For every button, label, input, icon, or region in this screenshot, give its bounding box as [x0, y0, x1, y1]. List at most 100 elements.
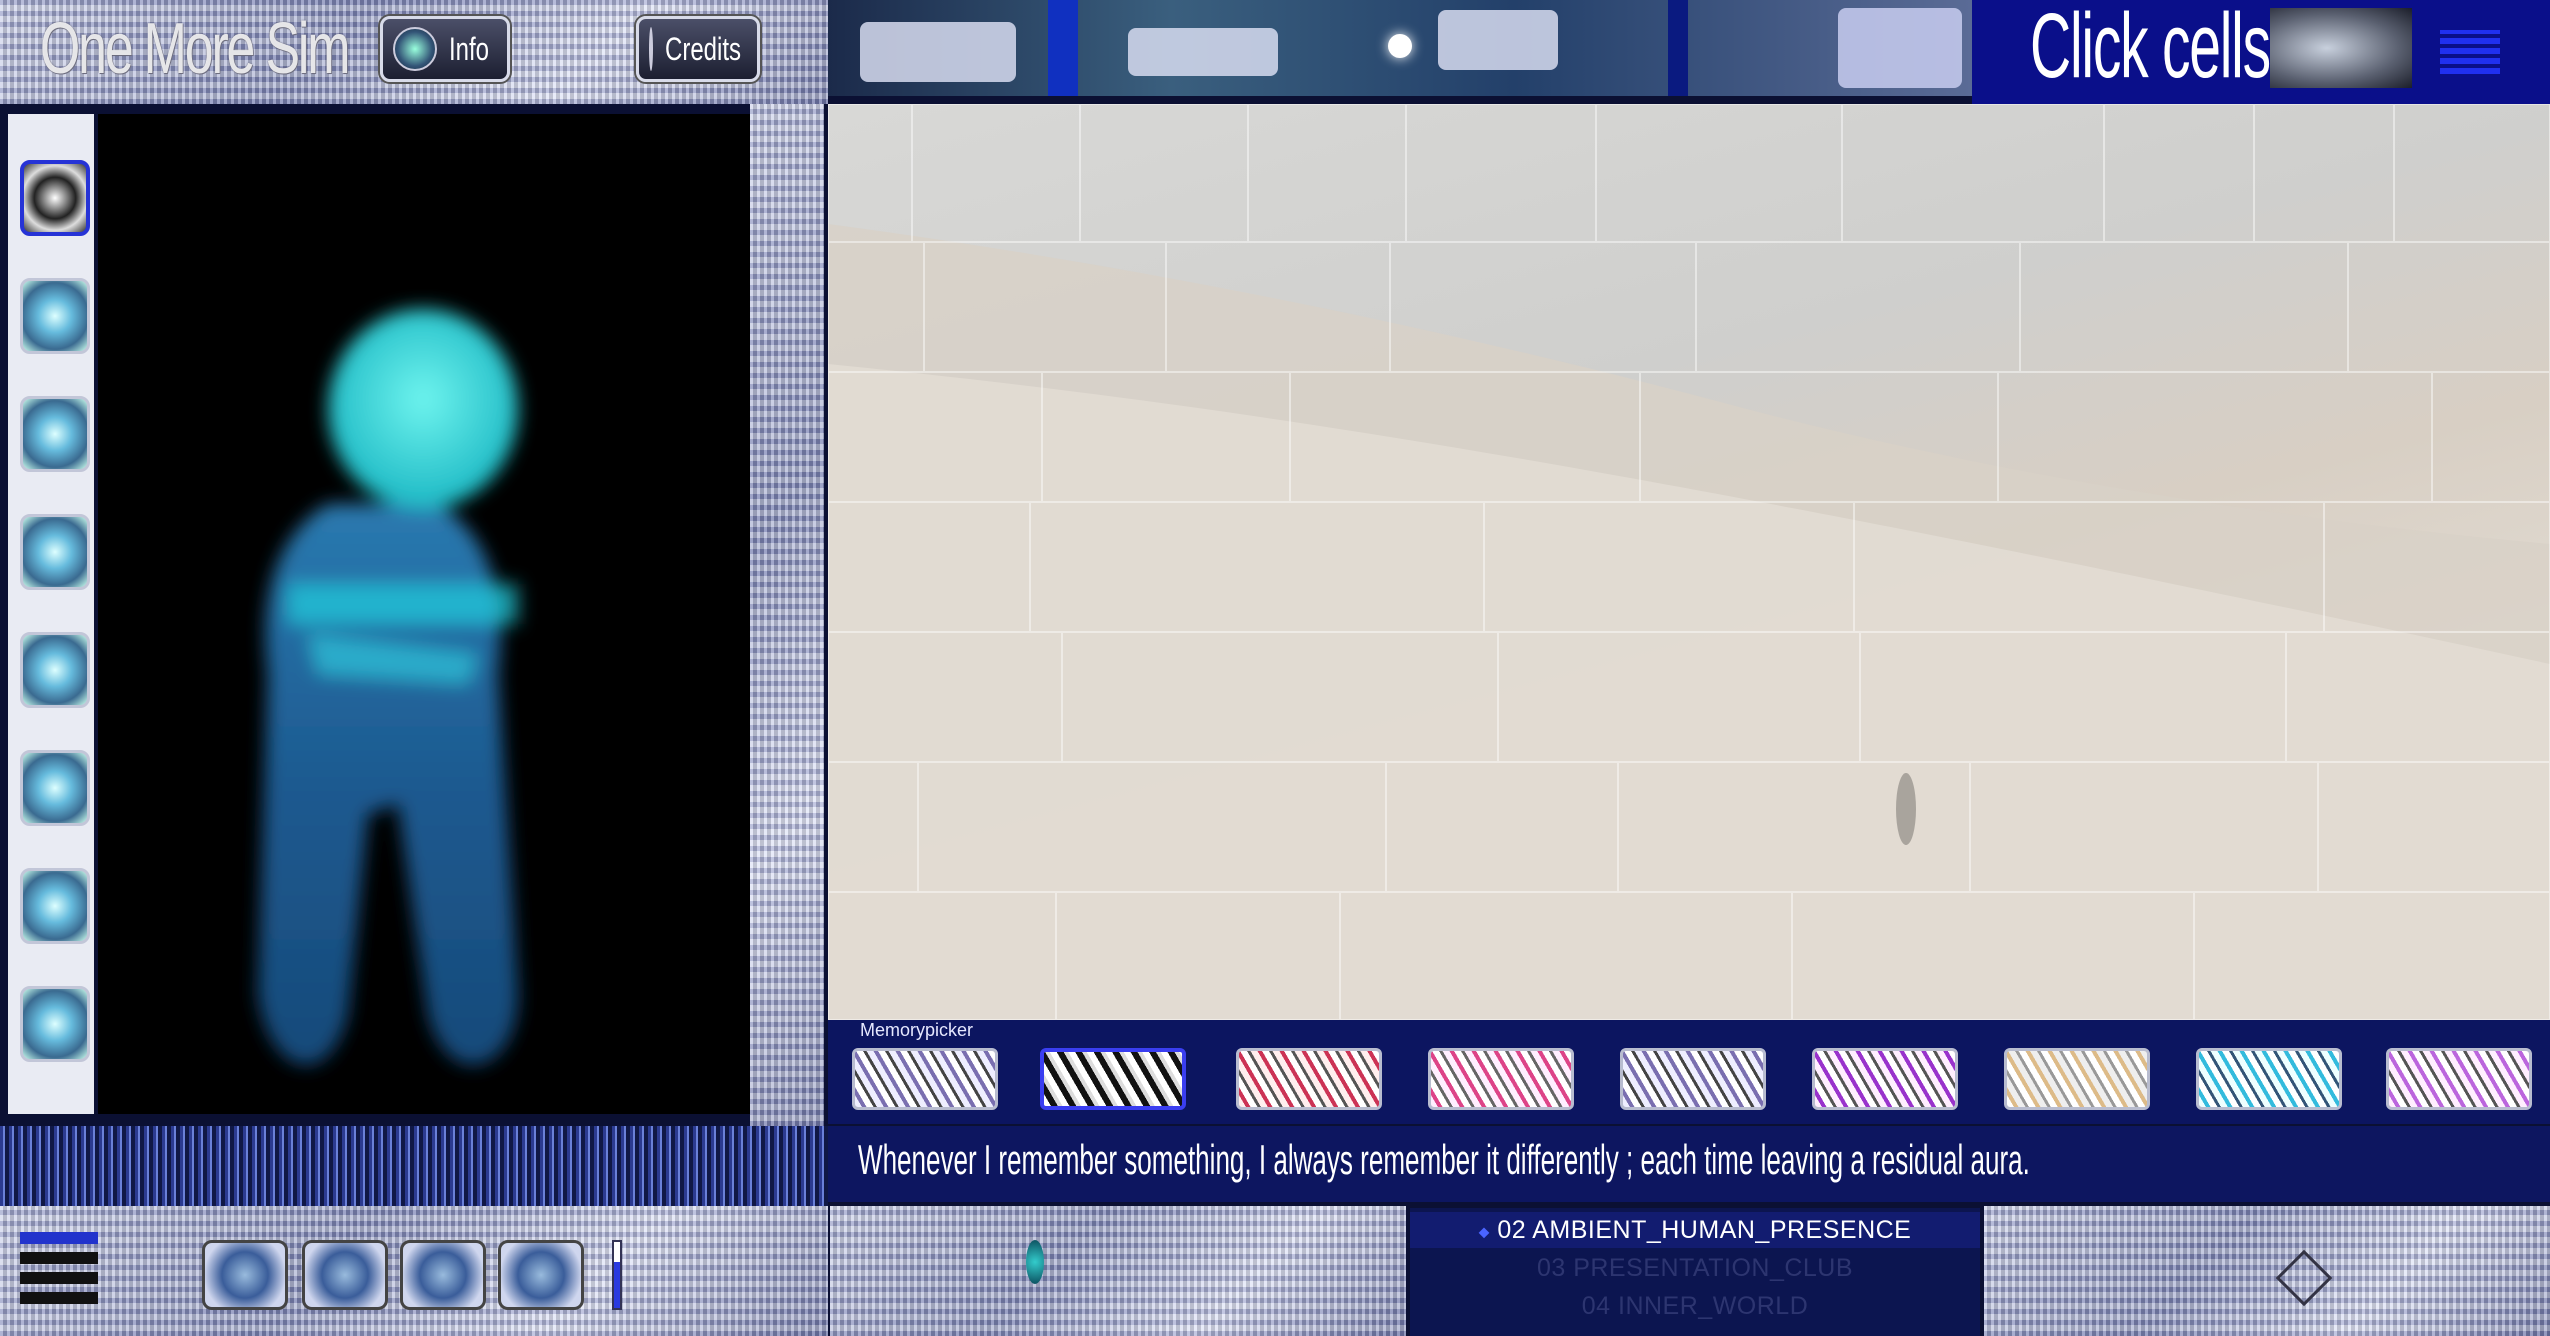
- header-banner: [828, 0, 1972, 96]
- grid-cell[interactable]: [828, 502, 1030, 632]
- grid-cell[interactable]: [1030, 502, 1484, 632]
- banner-shape: [860, 22, 1016, 82]
- grid-cell[interactable]: [1696, 242, 2020, 372]
- banner-stripe: [1668, 0, 1688, 96]
- grid-cell[interactable]: [912, 104, 1080, 242]
- grid-cell[interactable]: [1290, 372, 1640, 502]
- grid-cell[interactable]: [2394, 104, 2550, 242]
- credits-button-label: Credits: [665, 30, 742, 67]
- grid-cell[interactable]: [2318, 762, 2550, 892]
- grid-cell[interactable]: [1056, 892, 1340, 1020]
- grid-cell[interactable]: [2020, 242, 2348, 372]
- memory-thumbnail-8[interactable]: [2196, 1048, 2342, 1110]
- character-icon-4[interactable]: [20, 514, 90, 590]
- grid-cell[interactable]: [1406, 104, 1596, 242]
- audio-decoration: [830, 1206, 1406, 1336]
- grid-cell[interactable]: [828, 762, 918, 892]
- grid-cell[interactable]: [1618, 762, 1970, 892]
- grid-cell[interactable]: [1484, 502, 1854, 632]
- grid-cell[interactable]: [828, 892, 1056, 1020]
- info-icon: [393, 27, 437, 71]
- banner-shape: [1838, 8, 1962, 88]
- avatar-view: [98, 114, 750, 1114]
- track-item-current[interactable]: ◆ 02 AMBIENT_HUMAN_PRESENCE: [1410, 1212, 1980, 1248]
- grid-cell[interactable]: [1970, 762, 2318, 892]
- grid-cell[interactable]: [828, 104, 912, 242]
- avatar-figure: [258, 309, 518, 1065]
- credits-button[interactable]: Credits: [636, 16, 760, 82]
- barcode-icon: [2440, 30, 2500, 74]
- character-icon-7[interactable]: [20, 868, 90, 944]
- info-button-label: Info: [449, 30, 490, 67]
- grid-cell[interactable]: [918, 762, 1386, 892]
- moon-icon: [1388, 34, 1412, 58]
- memory-thumbnail-5[interactable]: [1620, 1048, 1766, 1110]
- app-logo: One More Sim: [40, 9, 350, 89]
- grid-cell[interactable]: [1386, 762, 1618, 892]
- play-indicator-icon: ◆: [1478, 1223, 1490, 1240]
- info-button[interactable]: Info: [380, 16, 510, 82]
- memory-scene-view[interactable]: [828, 104, 2550, 1020]
- grid-cell[interactable]: [1042, 372, 1290, 502]
- grid-cell[interactable]: [2104, 104, 2254, 242]
- track-item[interactable]: 03 PRESENTATION_CLUB: [1410, 1250, 1980, 1286]
- rotate-button[interactable]: [400, 1240, 486, 1310]
- memory-thumbnail-2[interactable]: [1040, 1048, 1186, 1110]
- character-icon-2[interactable]: [20, 278, 90, 354]
- grid-cell[interactable]: [828, 242, 924, 372]
- grid-cell[interactable]: [1842, 104, 2104, 242]
- track-label: 04 INNER_WORLD: [1581, 1292, 1809, 1320]
- memory-thumbnail-4[interactable]: [1428, 1048, 1574, 1110]
- equalizer-button[interactable]: [202, 1240, 288, 1310]
- memory-thumbnail-1[interactable]: [852, 1048, 998, 1110]
- track-label: 03 PRESENTATION_CLUB: [1536, 1254, 1854, 1282]
- track-item[interactable]: 04 INNER_WORLD: [1410, 1288, 1980, 1324]
- grid-cell[interactable]: [1854, 502, 2324, 632]
- banner-shape: [1128, 28, 1278, 76]
- grid-cell[interactable]: [1080, 104, 1248, 242]
- grid-cell[interactable]: [1340, 892, 1792, 1020]
- grid-cell[interactable]: [828, 632, 1062, 762]
- grid-cell[interactable]: [2254, 104, 2394, 242]
- grid-cell[interactable]: [1640, 372, 1998, 502]
- memory-thumbnail-3[interactable]: [1236, 1048, 1382, 1110]
- side-decoration: [750, 104, 824, 1126]
- droplet-icon: [1026, 1240, 1044, 1284]
- grid-cell[interactable]: [1596, 104, 1842, 242]
- banner-stripe: [1048, 0, 1078, 96]
- grid-cell[interactable]: [1792, 892, 2194, 1020]
- memory-thumbnail-9[interactable]: [2386, 1048, 2532, 1110]
- grid-cell[interactable]: [1166, 242, 1390, 372]
- grid-cell[interactable]: [2324, 502, 2550, 632]
- grid-cell[interactable]: [1062, 632, 1498, 762]
- grid-cell[interactable]: [2194, 892, 2550, 1020]
- memory-thumbnail-7[interactable]: [2004, 1048, 2150, 1110]
- memory-caption: Whenever I remember something, I always …: [858, 1136, 2030, 1183]
- grid-cell[interactable]: [828, 372, 1042, 502]
- track-list: ◆ 02 AMBIENT_HUMAN_PRESENCE 03 PRESENTAT…: [1410, 1208, 1980, 1336]
- preview-thumbnail: [2270, 8, 2412, 88]
- grid-cell[interactable]: [1390, 242, 1696, 372]
- grid-cell[interactable]: [1248, 104, 1406, 242]
- menu-icon[interactable]: [20, 1232, 98, 1312]
- character-icon-8[interactable]: [20, 986, 90, 1062]
- character-icon-6[interactable]: [20, 750, 90, 826]
- grid-button[interactable]: [302, 1240, 388, 1310]
- grid-cell[interactable]: [1498, 632, 1860, 762]
- cloud-button[interactable]: [498, 1240, 584, 1310]
- grid-cell[interactable]: [2286, 632, 2550, 762]
- track-label: 02 AMBIENT_HUMAN_PRESENCE: [1497, 1216, 1912, 1244]
- grid-cell[interactable]: [924, 242, 1166, 372]
- grid-cell[interactable]: [1860, 632, 2286, 762]
- grid-cell[interactable]: [2348, 242, 2550, 372]
- diamond-icon: [2275, 1249, 2333, 1307]
- memory-thumbnail-6[interactable]: [1812, 1048, 1958, 1110]
- character-icon-strip: [8, 114, 94, 1114]
- character-icon-1[interactable]: [20, 160, 90, 236]
- memory-picker-label: Memorypicker: [860, 1020, 974, 1040]
- grid-cell[interactable]: [1998, 372, 2432, 502]
- grid-cell[interactable]: [2432, 372, 2550, 502]
- character-icon-5[interactable]: [20, 632, 90, 708]
- volume-slider-fill: [614, 1262, 620, 1308]
- character-icon-3[interactable]: [20, 396, 90, 472]
